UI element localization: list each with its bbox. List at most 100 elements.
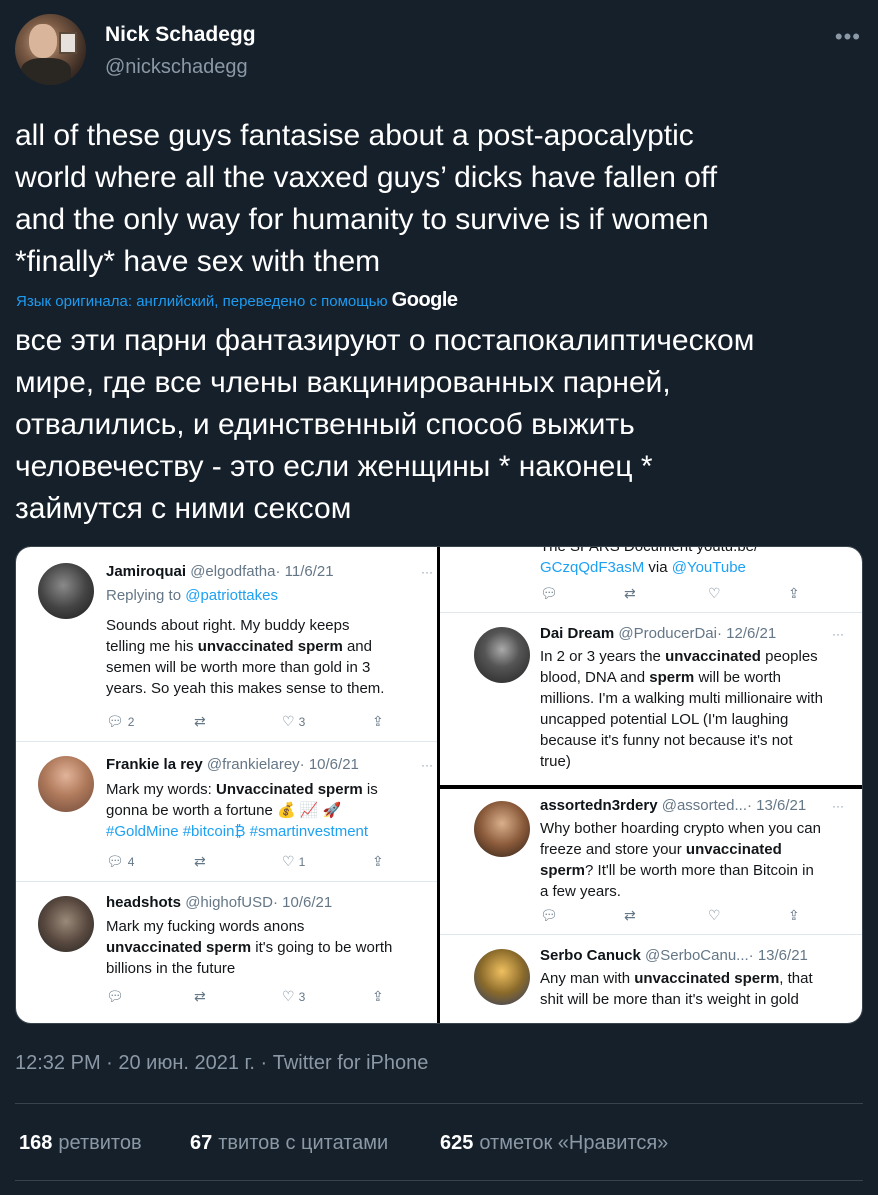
tweet-body-line: Mark my words: Unvaccinated sperm is [106,779,378,800]
media-image-collage[interactable]: Jamiroquai @elgodfatha· 11/6/21 ··· Repl… [15,546,863,1024]
tweet-body-line: Why bother hoarding crypto when you can [540,820,821,837]
tweet-date: · 11/6/21 [275,563,334,580]
like-icon: ♡ 3 [282,988,306,1004]
translation-attribution[interactable]: Язык оригинала: английский, переведено с… [16,289,458,312]
more-horizontal-icon: ··· [832,799,844,813]
retweets-stat[interactable]: 168 ретвитов [19,1132,142,1155]
reply-icon: 💬︎ 2 [106,713,135,729]
like-icon: ♡ [708,907,721,923]
embedded-tweet: Serbo Canuck @SerboCanu...· 13/6/21 Any … [440,935,862,1023]
embedded-tweet: Jamiroquai @elgodfatha· 11/6/21 ··· Repl… [16,547,437,742]
tweet-date: · 10/6/21 [299,756,359,773]
tweet-body-line: uncapped potential LOL (I'm laughing [540,711,789,728]
tweet-body: In 2 or 3 years the unvaccinated peoples… [540,646,823,772]
tweet-body-bold: unvaccinated sperm [197,638,343,655]
tweet-body: Any man with unvaccinated sperm, that sh… [540,968,813,1010]
more-horizontal-icon[interactable]: ••• [835,24,861,50]
like-count: 3 [298,715,306,729]
video-link: GCzqQdF3asM [540,559,645,576]
quotes-label[interactable]: твитов с цитатами [218,1132,388,1154]
tweet-body-line: billions in the future [106,960,236,977]
tweet-date: · 13/6/21 [748,947,808,964]
tweet-body: Sounds about right. My buddy keeps telli… [106,615,384,699]
tweet-body-bold: unvaccinated sperm [634,970,780,987]
likes-count[interactable]: 625 [440,1132,473,1154]
tweet-author-line: assortedn3rdery @assorted...· 13/6/21 [540,797,806,814]
tweet-author-line: Jamiroquai @elgodfatha· 11/6/21 [106,563,334,580]
tweet-translation: все эти парни фантазируют о постапокалип… [15,320,863,530]
tweet-author-name: Jamiroquai [106,563,187,580]
tweet-author-name: assortedn3rdery [540,797,658,814]
tweet-line: world where all the vaxxed guys’ dicks h… [15,161,718,194]
quotes-count[interactable]: 67 [190,1132,212,1154]
reply-icon: 💬︎ [540,907,558,923]
tweet-body-bold: sperm [540,862,586,879]
tweet-body-text: freeze and store your [540,841,686,858]
tweet-body-text: is [362,781,378,798]
more-horizontal-icon: ··· [832,627,844,641]
tweet-timestamp[interactable]: 12:32 PM · 20 июн. 2021 г. · Twitter for… [15,1052,428,1075]
quotes-stat[interactable]: 67 твитов с цитатами [190,1132,388,1155]
tweet-body-line: unvaccinated sperm it's going to be wort… [106,937,392,958]
likes-label[interactable]: отметок «Нравится» [479,1132,668,1154]
author-handle[interactable]: @nickschadegg [105,56,248,79]
reply-icon: 💬︎ [106,988,124,1004]
divider [15,1180,863,1181]
translation-line: человечеству - это если женщины * наконе… [15,450,653,483]
author-name[interactable]: Nick Schadegg [105,23,256,47]
replying-to: Replying to @patriottakes [106,587,278,604]
tweet-author-name: headshots [106,894,182,911]
share-icon: ⇪ [788,585,800,601]
like-icon: ♡ 1 [282,853,306,869]
retweets-count[interactable]: 168 [19,1132,52,1154]
tweet-body-line: gonna be worth a fortune 💰 📈 🚀 [106,802,342,819]
author-avatar[interactable] [15,14,86,85]
avatar [474,949,530,1005]
likes-stat[interactable]: 625 отметок «Нравится» [440,1132,668,1155]
tweet-body-line: freeze and store your unvaccinated [540,839,821,860]
tweet-body-text: and [342,638,372,655]
tweet-author-name: Serbo Canuck [540,947,641,964]
tweet-body-line: Mark my fucking words anons [106,918,305,935]
tweet-body: Mark my fucking words anons unvaccinated… [106,916,392,979]
translation-line: мире, где все члены вакцинированных парн… [15,366,671,399]
retweet-icon: ⇄ [624,585,636,601]
tweet-body-line: a few years. [540,883,621,900]
tweet-line: and the only way for humanity to survive… [15,203,709,236]
share-icon: ⇪ [372,988,384,1004]
tweet-header: Nick Schadegg @nickschadegg ••• [15,14,863,89]
tweet-body-text: , that [779,970,813,987]
tweet-body-line: Sounds about right. My buddy keeps [106,617,350,634]
tweet-author-name: Dai Dream [540,625,615,642]
screenshot-panel-top-right: The SPARS Document youtu.be/ GCzqQdF3asM… [440,547,862,785]
tweet-text: all of these guys fantasise about a post… [15,115,863,283]
google-logo: Google [391,289,458,311]
tweet-body: The SPARS Document youtu.be/ GCzqQdF3asM… [540,547,758,578]
like-count: 1 [298,855,306,869]
reply-count: 4 [127,855,135,869]
share-icon: ⇪ [372,853,384,869]
tweet-body-line: years. So yeah this makes sense to them. [106,680,385,697]
like-icon: ♡ 3 [282,713,306,729]
translation-note[interactable]: Язык оригинала: английский, переведено с… [16,293,388,310]
tweet-date: · 10/6/21 [272,894,333,911]
avatar [38,756,94,812]
tweet-body-line: shit will be more than it's weight in go… [540,991,799,1008]
retweets-label[interactable]: ретвитов [58,1132,141,1154]
tweet-body-text: it's going to be worth [251,939,393,956]
tweet-body-line: blood, DNA and sperm will be worth [540,667,823,688]
tweet-body: Mark my words: Unvaccinated sperm is gon… [106,779,378,842]
tweet-author-handle: @highofUSD [185,894,273,911]
tweet-author-line: headshots @highofUSD· 10/6/21 [106,894,332,911]
mention-link: @YouTube [671,559,746,576]
tweet-author-handle: @assorted... [661,797,747,814]
avatar [474,801,530,857]
share-icon: ⇪ [372,713,384,729]
tweet-body-bold: unvaccinated [685,841,782,858]
tweet-date: · 12/6/21 [716,625,777,642]
share-icon: ⇪ [788,907,800,923]
tweet-body-line: semen will be worth more than gold in 3 [106,659,371,676]
reply-icon: 💬︎ 4 [106,853,135,869]
tweet-body-line: Any man with unvaccinated sperm, that [540,968,813,989]
more-horizontal-icon: ··· [421,565,433,579]
